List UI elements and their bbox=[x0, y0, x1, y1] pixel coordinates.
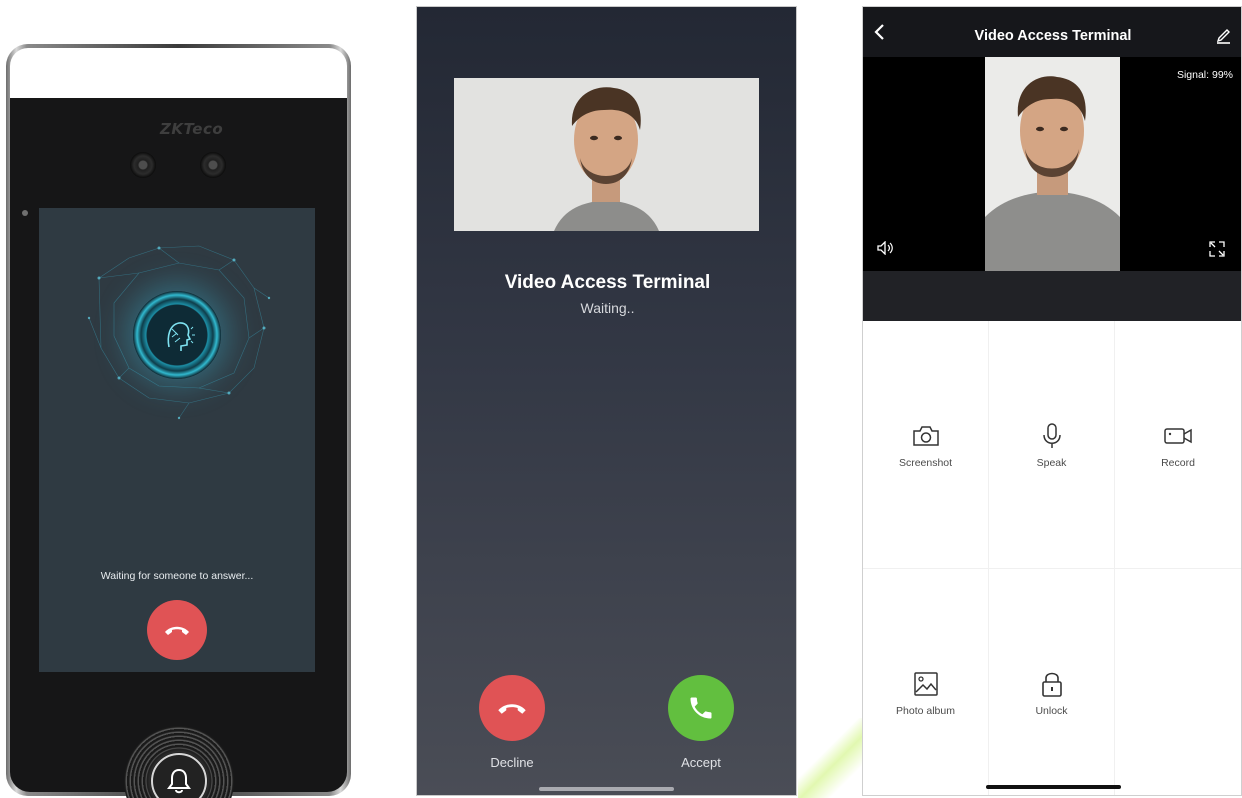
app-monitor-screen: Video Access Terminal Signal: 99% Screen… bbox=[862, 6, 1242, 796]
signal-strength: Signal: 99% bbox=[1176, 69, 1233, 81]
microphone-icon bbox=[1042, 422, 1061, 448]
record-label: Record bbox=[1161, 456, 1195, 469]
right-camera-icon bbox=[200, 152, 226, 178]
edit-pencil-icon[interactable] bbox=[1215, 26, 1231, 44]
empty-grid-cell bbox=[1115, 569, 1241, 795]
visitor-portrait-image bbox=[985, 57, 1120, 271]
lock-icon bbox=[1041, 672, 1062, 697]
accept-button[interactable] bbox=[668, 675, 734, 741]
caller-video-preview bbox=[454, 78, 759, 231]
device-body: ZKTeco Waiting for someone to answer... bbox=[10, 98, 347, 798]
call-status: Waiting.. bbox=[580, 300, 635, 316]
indicator-led bbox=[22, 210, 28, 216]
home-indicator bbox=[986, 785, 1121, 789]
face-scan-icon bbox=[167, 322, 195, 351]
photo-album-label: Photo album bbox=[896, 704, 955, 717]
live-video-feed: Signal: 99% bbox=[863, 57, 1241, 271]
accept-label: Accept bbox=[681, 755, 721, 770]
screenshot-action[interactable]: Screenshot bbox=[863, 321, 989, 569]
device-top-bezel bbox=[10, 48, 347, 98]
home-indicator bbox=[539, 787, 674, 791]
waiting-answer-text: Waiting for someone to answer... bbox=[100, 570, 254, 582]
caller-name: Video Access Terminal bbox=[504, 272, 711, 293]
screenshot-label: Screenshot bbox=[898, 456, 953, 469]
image-icon bbox=[913, 671, 938, 696]
left-camera-icon bbox=[130, 152, 156, 178]
hang-up-icon bbox=[498, 704, 526, 714]
device-logo: ZKTeco bbox=[160, 120, 224, 138]
speak-action[interactable]: Speak bbox=[989, 321, 1115, 569]
phone-icon bbox=[690, 697, 712, 719]
doorbell-button[interactable] bbox=[151, 753, 207, 798]
incoming-call-screen: Video Access Terminal Waiting.. Decline … bbox=[416, 6, 797, 796]
record-action[interactable]: Record bbox=[1115, 321, 1241, 569]
terminal-device: ZKTeco Waiting for someone to answer... bbox=[6, 44, 351, 798]
caller-portrait-image bbox=[454, 78, 759, 231]
decline-label: Decline bbox=[490, 755, 534, 770]
face-recognition-ring bbox=[133, 291, 221, 379]
app-title: Video Access Terminal bbox=[974, 28, 1132, 44]
device-screen: Waiting for someone to answer... bbox=[39, 208, 315, 672]
hang-up-button[interactable] bbox=[147, 600, 207, 660]
decline-button[interactable] bbox=[479, 675, 545, 741]
speaker-volume-icon[interactable] bbox=[877, 241, 895, 255]
speak-label: Speak bbox=[1036, 456, 1067, 469]
hang-up-icon bbox=[165, 626, 189, 635]
unlock-action[interactable]: Unlock bbox=[989, 569, 1115, 795]
video-control-bar bbox=[863, 271, 1241, 321]
action-grid: Screenshot Speak Record Photo album Unlo… bbox=[863, 321, 1241, 795]
visitor-portrait bbox=[985, 57, 1120, 271]
bell-icon bbox=[167, 768, 191, 794]
doorbell-speaker-grille bbox=[124, 726, 234, 798]
fullscreen-icon[interactable] bbox=[1209, 241, 1225, 257]
unlock-label: Unlock bbox=[1035, 704, 1068, 717]
watermark-decoration bbox=[798, 718, 868, 798]
photo-album-action[interactable]: Photo album bbox=[863, 569, 989, 795]
video-camera-icon bbox=[1164, 427, 1192, 444]
app-header: Video Access Terminal bbox=[863, 7, 1241, 57]
camera-icon bbox=[912, 425, 939, 446]
